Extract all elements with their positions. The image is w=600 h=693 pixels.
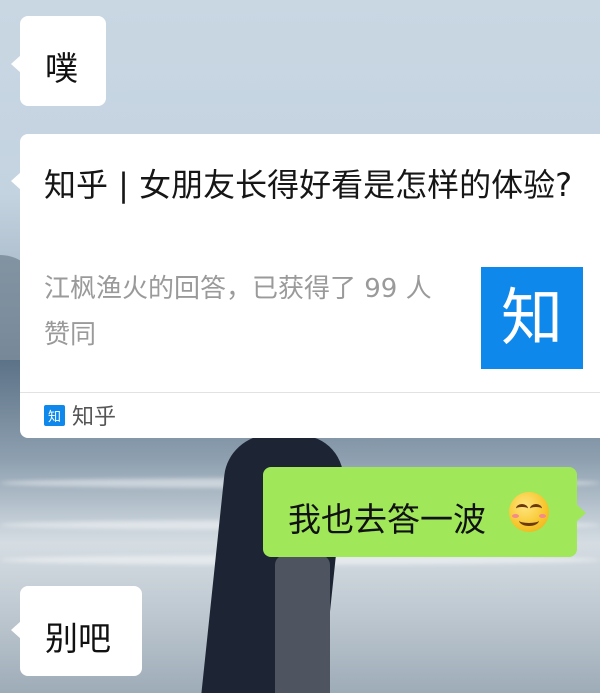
link-card-description: 江枫渔火的回答，已获得了 99 人赞同 [44,274,432,350]
smirk-emoji-icon [509,492,549,532]
message-text: 噗 [45,49,78,88]
link-card-source: 知 知乎 [44,402,117,430]
incoming-message-bubble[interactable]: 噗 [11,16,106,106]
zhihu-logo-thumbnail: 知 [481,267,583,369]
zhihu-logo-text: 知 [500,281,563,354]
link-card-message[interactable]: 知乎 | 女朋友长得好看是怎样的体验? 江枫渔火的回答，已获得了 99 人赞同 … [11,134,600,438]
link-card-title: 知乎 | 女朋友长得好看是怎样的体验? [44,166,573,204]
incoming-message-bubble[interactable]: 别吧 [11,586,142,676]
outgoing-message-bubble[interactable]: 我也去答一波 [263,467,586,557]
message-text: 别吧 [45,619,111,658]
card-divider [20,392,600,393]
message-text: 我也去答一波 [288,500,486,539]
source-name: 知乎 [72,405,117,430]
zhihu-icon: 知 [44,404,65,426]
